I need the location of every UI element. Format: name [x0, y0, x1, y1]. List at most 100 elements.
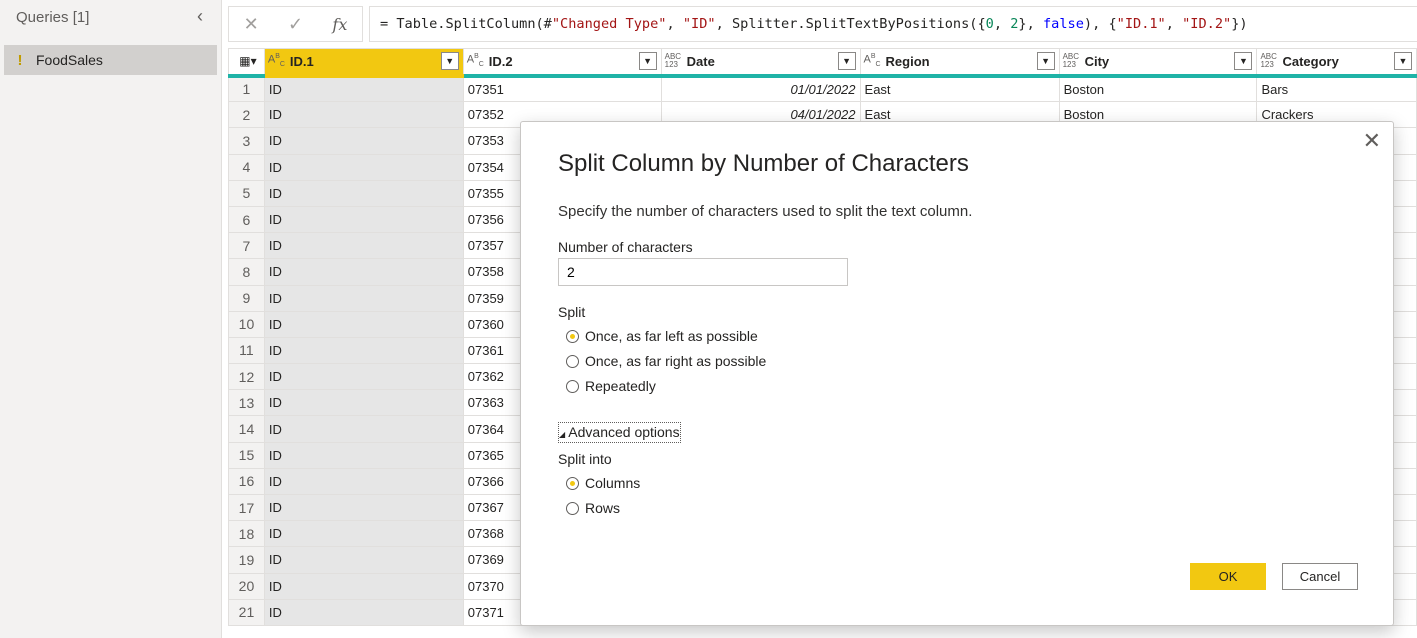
table-cell[interactable]: ID — [263, 598, 464, 626]
table-cell[interactable]: ID — [263, 101, 464, 129]
check-icon[interactable]: ✓ — [288, 14, 303, 35]
table-cell[interactable]: ID — [263, 493, 464, 522]
triangle-down-icon: ◢ — [559, 430, 566, 439]
row-number: 10 — [228, 310, 265, 338]
split-option-left[interactable]: Once, as far left as possible — [566, 328, 758, 344]
table-cell[interactable]: ID — [263, 441, 464, 469]
table-cell[interactable]: ID — [263, 363, 464, 391]
row-number: 4 — [228, 153, 265, 181]
formula-input[interactable]: = Table.SplitColumn(#"Changed Type", "ID… — [369, 6, 1417, 42]
table-cell[interactable]: ID — [263, 232, 464, 260]
row-number: 11 — [228, 336, 265, 365]
advanced-options-toggle[interactable]: ◢ Advanced options — [558, 422, 681, 443]
any-type-icon[interactable]: ABC 123 — [665, 53, 687, 69]
radio-icon — [566, 379, 579, 393]
text-type-icon[interactable]: ABC — [864, 53, 886, 69]
filter-dropdown-icon[interactable]: ▼ — [1234, 52, 1253, 71]
row-number: 14 — [228, 415, 265, 443]
table-cell[interactable]: ID — [263, 546, 464, 574]
column-header-city[interactable]: ABC 123 City ▼ — [1058, 48, 1258, 78]
table-cell[interactable]: ID — [263, 572, 464, 600]
table-cell[interactable]: ID — [263, 153, 464, 181]
table-cell[interactable]: ID — [263, 74, 464, 103]
formula-buttons: ✕ ✓ fx — [228, 6, 363, 42]
split-option-right[interactable]: Once, as far right as possible — [566, 353, 766, 369]
num-chars-input[interactable] — [558, 258, 848, 286]
formula-text: }, — [1018, 16, 1043, 32]
formula-text: ), { — [1083, 16, 1117, 32]
radio-label: Columns — [585, 475, 641, 491]
close-icon[interactable]: ✕ — [1363, 128, 1381, 154]
radio-icon — [566, 501, 579, 515]
split-into-rows[interactable]: Rows — [566, 500, 620, 516]
radio-label: Once, as far right as possible — [585, 353, 767, 369]
table-row: 1 ID 07351 01/01/2022 East Boston Bars — [228, 74, 1417, 103]
formula-keyword: false — [1042, 16, 1084, 32]
formula-text: = Table.SplitColumn(# — [380, 16, 552, 32]
table-cell[interactable]: ID — [263, 467, 464, 496]
row-number: 9 — [228, 284, 265, 312]
text-type-icon[interactable]: ABC — [268, 53, 290, 69]
table-cell[interactable]: Bars — [1256, 74, 1417, 103]
ok-button[interactable]: OK — [1190, 563, 1266, 590]
table-cell[interactable]: East — [859, 74, 1060, 103]
formula-string: "ID" — [682, 16, 716, 32]
column-header-region[interactable]: ABC Region ▼ — [859, 48, 1060, 78]
filter-dropdown-icon[interactable]: ▼ — [837, 52, 856, 71]
row-number: 16 — [228, 467, 265, 496]
column-name: ID.1 — [289, 53, 314, 69]
cancel-button[interactable]: Cancel — [1282, 563, 1358, 590]
table-cell[interactable]: ID — [263, 179, 464, 207]
table-cell[interactable]: Boston — [1058, 74, 1258, 103]
column-name: Category — [1282, 53, 1339, 69]
table-cell[interactable]: ID — [263, 205, 464, 234]
formula-text: , — [1165, 16, 1183, 32]
chevron-left-icon[interactable]: ‹ — [197, 6, 203, 27]
table-cell[interactable]: ID — [263, 284, 464, 312]
row-number: 8 — [228, 258, 265, 286]
column-name: ID.2 — [488, 53, 513, 69]
column-name: Region — [885, 53, 930, 69]
fx-icon[interactable]: fx — [332, 15, 347, 34]
row-number: 6 — [228, 205, 265, 234]
query-item-foodsales[interactable]: ! FoodSales — [4, 45, 217, 75]
split-into-columns[interactable]: Columns — [566, 475, 640, 491]
table-cell[interactable]: 07351 — [462, 74, 662, 103]
table-cell[interactable]: ID — [263, 310, 464, 338]
table-menu-button[interactable]: ▦▾ — [228, 48, 265, 78]
split-into-label: Split into — [558, 451, 612, 467]
x-icon[interactable]: ✕ — [244, 14, 259, 35]
filter-dropdown-icon[interactable]: ▼ — [638, 52, 657, 71]
formula-string: "Changed Type" — [551, 16, 667, 32]
column-header-id-1[interactable]: ABC ID.1 ▼ — [263, 48, 464, 78]
column-header-date[interactable]: ABC 123 Date ▼ — [660, 48, 861, 78]
num-chars-label: Number of characters — [558, 239, 693, 255]
radio-label: Once, as far left as possible — [585, 328, 758, 344]
formula-number: 0 — [985, 16, 994, 32]
any-type-icon[interactable]: ABC 123 — [1063, 53, 1085, 69]
formula-string: "ID.1" — [1116, 16, 1166, 32]
column-header-id-2[interactable]: ABC ID.2 ▼ — [462, 48, 662, 78]
split-option-repeatedly[interactable]: Repeatedly — [566, 378, 656, 394]
row-number: 21 — [228, 598, 265, 626]
filter-dropdown-icon[interactable]: ▼ — [440, 52, 459, 71]
dialog-description: Specify the number of characters used to… — [558, 203, 973, 220]
table-cell[interactable]: 01/01/2022 — [660, 74, 861, 103]
power-query-editor: Queries [1] ‹ ! FoodSales ✕ ✓ fx = Table… — [0, 0, 1417, 638]
text-type-icon[interactable]: ABC — [467, 53, 489, 69]
table-cell[interactable]: ID — [263, 520, 464, 548]
filter-dropdown-icon[interactable]: ▼ — [1036, 52, 1055, 71]
table-cell[interactable]: ID — [263, 415, 464, 443]
table-cell[interactable]: ID — [263, 258, 464, 286]
row-number: 17 — [228, 493, 265, 522]
any-type-icon[interactable]: ABC 123 — [1260, 53, 1282, 69]
column-header-category[interactable]: ABC 123 Category ▼ — [1256, 48, 1417, 78]
table-cell[interactable]: ID — [263, 336, 464, 365]
formula-text: , Splitter.SplitTextByPositions({ — [715, 16, 986, 32]
queries-title: Queries [1] — [16, 9, 90, 26]
filter-dropdown-icon[interactable]: ▼ — [1394, 52, 1412, 71]
row-number: 13 — [228, 389, 265, 417]
table-cell[interactable]: ID — [263, 127, 464, 155]
table-cell[interactable]: ID — [263, 389, 464, 417]
radio-label: Repeatedly — [585, 378, 656, 394]
